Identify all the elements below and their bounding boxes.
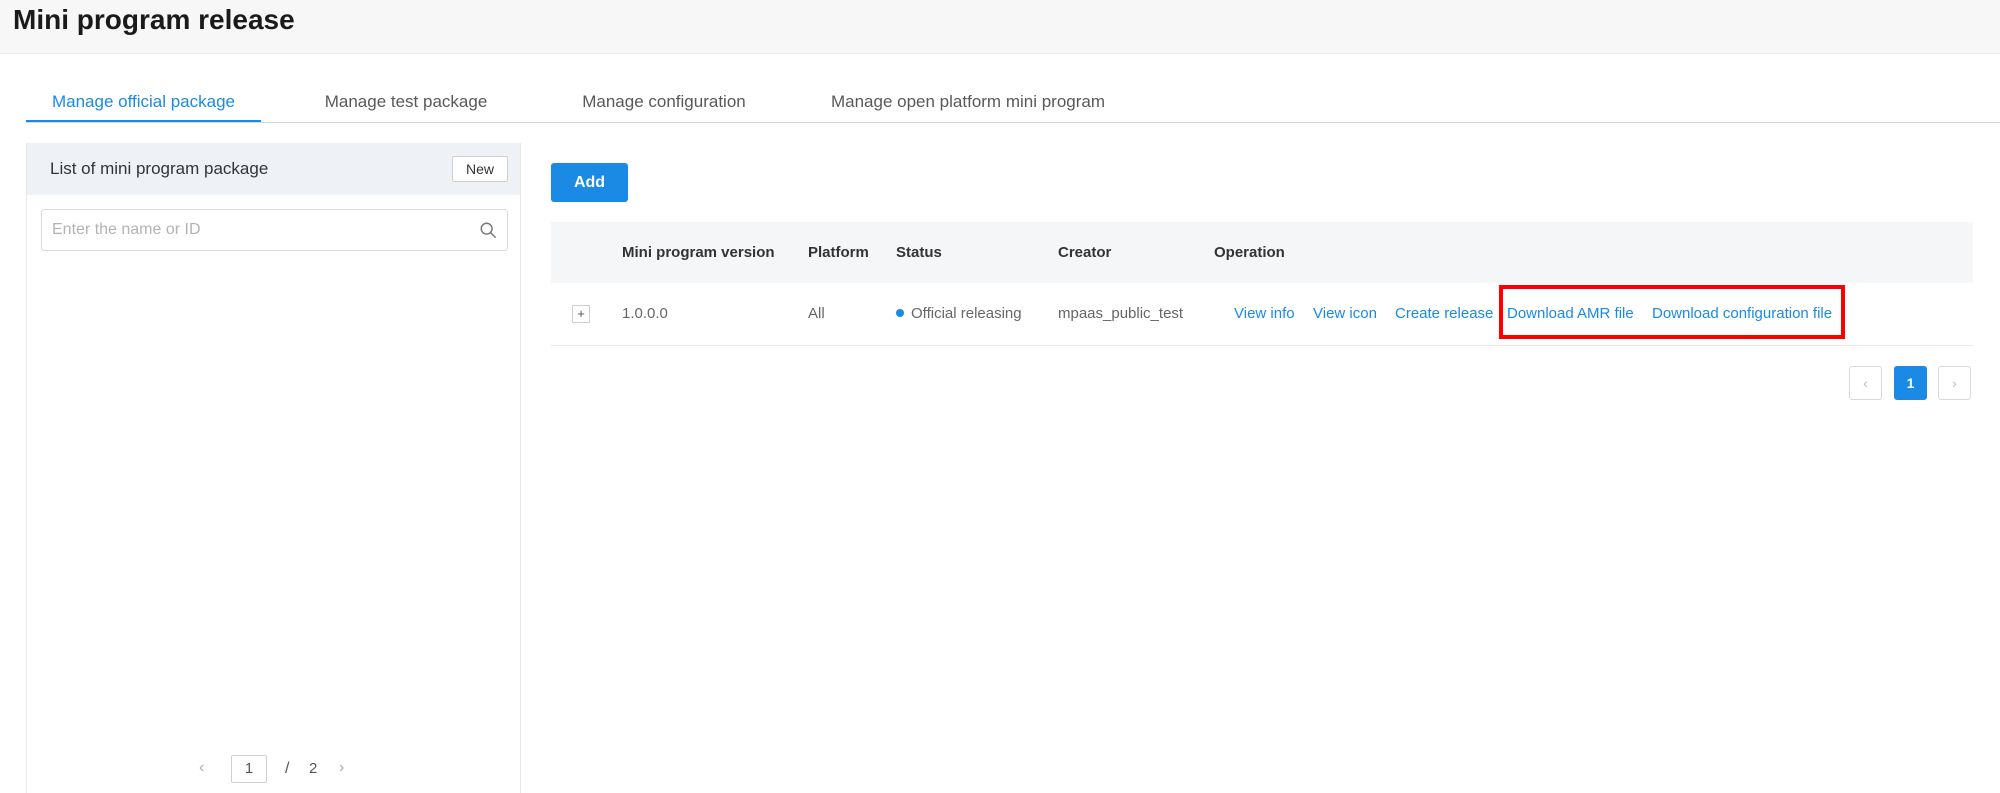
expand-row-button[interactable]: + bbox=[572, 305, 590, 323]
status-text: Official releasing bbox=[911, 305, 1022, 322]
status-dot-icon bbox=[896, 309, 904, 318]
cell-version: 1.0.0.0 bbox=[622, 305, 668, 322]
tab-manage-open-platform-mini-program[interactable]: Manage open platform mini program bbox=[792, 84, 1144, 122]
tab-manage-official-package[interactable]: Manage official package bbox=[26, 84, 261, 122]
column-header-platform: Platform bbox=[808, 244, 869, 261]
prev-page-button[interactable]: ‹ bbox=[1849, 366, 1882, 400]
package-list-panel: List of mini program package New ‹ 1 / 2… bbox=[26, 143, 521, 793]
view-info-link[interactable]: View info bbox=[1234, 283, 1295, 345]
column-header-creator: Creator bbox=[1058, 244, 1112, 261]
package-list-title: List of mini program package bbox=[50, 159, 269, 178]
search-input[interactable] bbox=[42, 210, 462, 250]
column-header-version: Mini program version bbox=[622, 244, 775, 261]
cell-status: Official releasing bbox=[896, 283, 1022, 345]
title-bar: Mini program release bbox=[0, 0, 2000, 54]
table-header: Mini program version Platform Status Cre… bbox=[551, 222, 1973, 283]
tab-bar: Manage official package Manage test pack… bbox=[26, 84, 2000, 123]
table-row: + 1.0.0.0 All Official releasing mpaas_p… bbox=[551, 283, 1973, 346]
search-box bbox=[41, 209, 508, 251]
cell-creator: mpaas_public_test bbox=[1058, 305, 1184, 322]
column-header-status: Status bbox=[896, 244, 942, 261]
page-1-button[interactable]: 1 bbox=[1894, 366, 1927, 400]
prev-page-button[interactable]: ‹ bbox=[199, 755, 204, 781]
package-list-pagination: ‹ 1 / 2 › bbox=[27, 755, 520, 783]
column-header-operation: Operation bbox=[1214, 244, 1285, 261]
create-release-link[interactable]: Create release bbox=[1395, 283, 1493, 345]
tab-manage-test-package[interactable]: Manage test package bbox=[296, 84, 516, 122]
view-icon-link[interactable]: View icon bbox=[1313, 283, 1377, 345]
highlight-box bbox=[1499, 285, 1845, 339]
next-page-button[interactable]: › bbox=[1938, 366, 1971, 400]
current-page-input[interactable]: 1 bbox=[231, 755, 267, 783]
cell-platform: All bbox=[808, 305, 825, 322]
package-list-header: List of mini program package New bbox=[27, 143, 520, 195]
page-title: Mini program release bbox=[13, 4, 295, 35]
new-package-button[interactable]: New bbox=[452, 156, 508, 182]
tab-manage-configuration[interactable]: Manage configuration bbox=[544, 84, 784, 122]
next-page-button[interactable]: › bbox=[339, 755, 344, 781]
page-separator: / bbox=[285, 760, 290, 777]
search-icon[interactable] bbox=[479, 221, 497, 239]
add-button[interactable]: Add bbox=[551, 163, 628, 202]
total-pages: 2 bbox=[309, 760, 318, 777]
